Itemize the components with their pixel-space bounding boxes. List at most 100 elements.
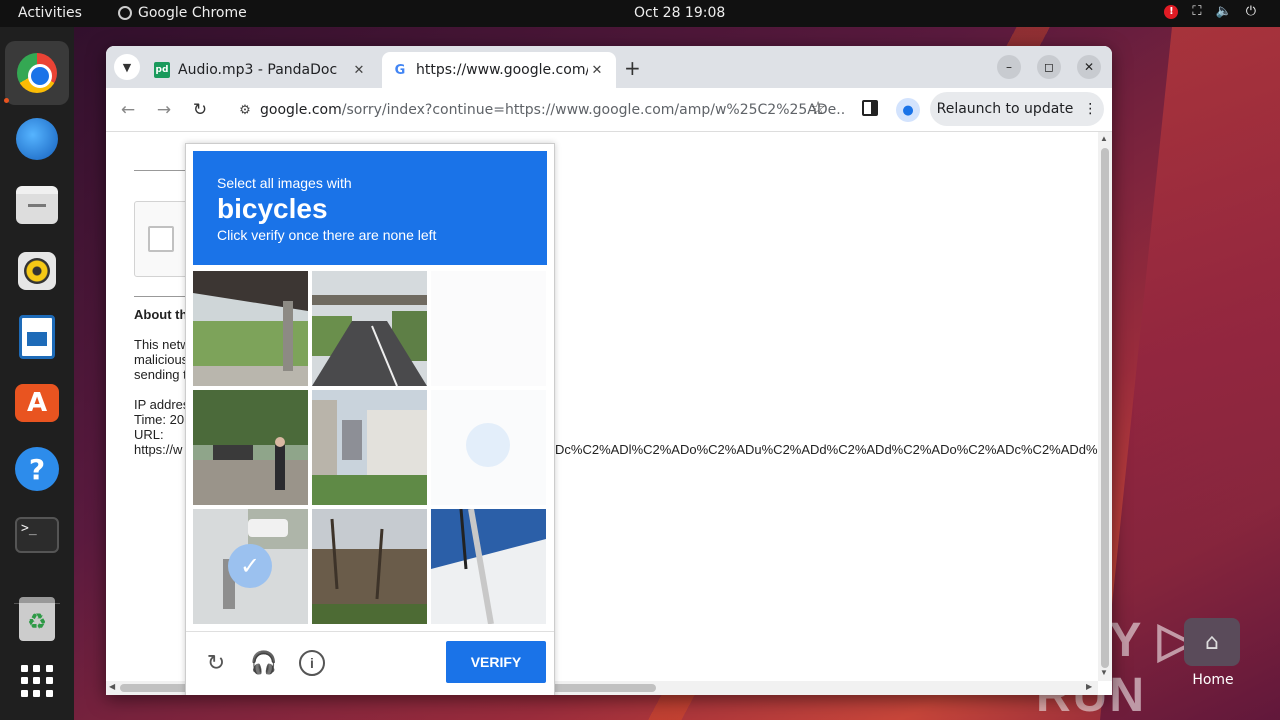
page-content: About th This netw malicious sending t I… — [106, 132, 1112, 695]
boat-rail-image — [431, 509, 546, 624]
scroll-up-icon[interactable]: ▲ — [1100, 134, 1108, 143]
dock-trash[interactable]: ♻ — [13, 595, 61, 643]
recaptcha-checkbox[interactable] — [148, 226, 174, 252]
chrome-icon — [17, 53, 57, 93]
dock-chrome[interactable] — [5, 41, 69, 105]
dock-help[interactable]: ? — [13, 445, 61, 493]
recaptcha-challenge: Select all images with bicycles Click ve… — [185, 143, 555, 695]
close-tab-icon[interactable]: ✕ — [350, 63, 368, 78]
vertical-scrollbar[interactable]: ▲ ▼ — [1098, 132, 1112, 681]
scrollbar-thumb[interactable] — [1101, 148, 1109, 668]
dock-files[interactable] — [13, 181, 61, 229]
bookmark-star-icon[interactable]: ☆ — [810, 98, 826, 119]
arrow-left-icon: ← — [120, 100, 136, 120]
arrow-right-icon: → — [156, 100, 172, 120]
dock-app-center[interactable]: A — [13, 379, 61, 427]
city-building-image — [312, 390, 427, 505]
chrome-small-icon — [118, 6, 132, 20]
maximize-icon: ◻ — [1044, 60, 1054, 74]
profile-avatar-icon[interactable]: ● — [896, 98, 920, 122]
url-tail-text: Dc%C2%ADl%C2%ADo%C2%ADu%C2%ADd%C2%ADd%C2… — [555, 442, 1098, 457]
google-favicon-icon: G — [392, 62, 408, 78]
new-tab-button[interactable]: + — [624, 56, 641, 80]
dock-writer[interactable] — [13, 313, 61, 361]
info-line: IP addres — [134, 397, 190, 412]
captcha-tile[interactable] — [312, 509, 427, 624]
dock-show-apps[interactable] — [13, 657, 61, 705]
scroll-right-icon[interactable]: ▶ — [1086, 682, 1092, 691]
apps-grid-icon — [21, 665, 53, 697]
activities-button[interactable]: Activities — [18, 5, 82, 21]
reload-icon: ↻ — [192, 100, 208, 120]
challenge-target: bicycles — [217, 193, 328, 224]
url-text: google.com/sorry/index?continue=https://… — [260, 102, 846, 118]
reload-challenge-icon[interactable]: ↻ — [203, 650, 229, 676]
maximize-button[interactable]: ◻ — [1037, 55, 1061, 79]
captcha-tile[interactable] — [312, 271, 427, 386]
captcha-tile[interactable] — [193, 271, 308, 386]
desktop-home[interactable]: ⌂ Home — [1184, 618, 1242, 688]
top-bar: Activities Google Chrome Oct 28 19:08 ! … — [0, 0, 1280, 27]
minimize-button[interactable]: – — [997, 55, 1021, 79]
tab-google[interactable]: G https://www.google.com/ ✕ — [382, 52, 616, 88]
reload-button[interactable]: ↻ — [188, 98, 212, 122]
address-bar[interactable]: ⚙ google.com/sorry/index?continue=https:… — [226, 93, 846, 127]
street-pedestrian-image — [193, 390, 308, 505]
forward-button[interactable]: → — [152, 98, 176, 122]
info-line: Time: 20 — [134, 412, 185, 427]
scroll-down-icon[interactable]: ▼ — [1100, 668, 1108, 677]
home-label: Home — [1192, 672, 1234, 688]
back-button[interactable]: ← — [116, 98, 140, 122]
clock[interactable]: Oct 28 19:08 — [634, 5, 725, 21]
home-folder-icon: ⌂ — [1184, 618, 1240, 666]
fading-image — [431, 271, 546, 386]
overpass-trees-image — [193, 271, 308, 386]
running-indicator — [4, 98, 9, 103]
bare-trees-image — [312, 509, 427, 624]
info-icon[interactable]: i — [299, 650, 325, 676]
dock-terminal[interactable]: >_ — [13, 511, 61, 559]
close-window-button[interactable]: ✕ — [1077, 55, 1101, 79]
chrome-window: ▼ pd Audio.mp3 - PandaDoc ✕ G https://ww… — [106, 46, 1112, 695]
relaunch-button[interactable]: Relaunch to update ⋮ — [930, 92, 1104, 126]
captcha-tile[interactable] — [312, 390, 427, 505]
captcha-tile[interactable] — [431, 509, 546, 624]
captcha-tile-selected[interactable]: ✓ — [193, 509, 308, 624]
audio-challenge-icon[interactable]: 🎧 — [250, 650, 277, 676]
tab-search-button[interactable]: ▼ — [114, 54, 140, 80]
relaunch-label: Relaunch to update — [936, 101, 1074, 117]
tab-title: https://www.google.com/ — [416, 62, 588, 78]
fading-image — [431, 390, 546, 505]
info-line: URL: — [134, 427, 164, 442]
captcha-tile-loading[interactable] — [431, 271, 546, 386]
info-line: https://w — [134, 442, 183, 457]
about-heading: About th — [134, 307, 188, 322]
system-tray[interactable]: ! ⛶ 🔈 ⏻ — [1164, 4, 1256, 19]
captcha-tile[interactable] — [193, 390, 308, 505]
dock: A ? >_ ♻ — [0, 27, 74, 720]
close-tab-icon[interactable]: ✕ — [588, 63, 606, 78]
paragraph-line: sending t — [134, 367, 187, 382]
road-bridge-image — [312, 271, 427, 386]
help-icon: ? — [15, 447, 59, 491]
kebab-menu-icon[interactable]: ⋮ — [1083, 101, 1097, 117]
challenge-hint: Click verify once there are none left — [217, 227, 437, 243]
dock-thunderbird[interactable] — [13, 115, 61, 163]
site-info-icon[interactable]: ⚙ — [230, 103, 260, 118]
scroll-left-icon[interactable]: ◀ — [109, 682, 115, 691]
rhythmbox-icon — [18, 252, 56, 290]
app-menu[interactable]: Google Chrome — [118, 5, 247, 21]
network-icon: ⛶ — [1192, 4, 1202, 19]
close-icon: ✕ — [1083, 60, 1095, 74]
browser-toolbar: ← → ↻ ⚙ google.com/sorry/index?continue=… — [106, 88, 1112, 132]
challenge-instruction: Select all images with — [217, 175, 352, 191]
alert-icon[interactable]: ! — [1164, 4, 1179, 19]
tab-pandadoc[interactable]: pd Audio.mp3 - PandaDoc ✕ — [144, 52, 378, 88]
dock-rhythmbox[interactable] — [13, 247, 61, 295]
captcha-tile-loading[interactable] — [431, 390, 546, 505]
tab-title: Audio.mp3 - PandaDoc — [178, 62, 338, 78]
side-panel-icon[interactable] — [862, 100, 878, 116]
terminal-icon: >_ — [15, 517, 59, 553]
verify-button[interactable]: VERIFY — [446, 641, 546, 683]
files-icon — [16, 186, 58, 224]
